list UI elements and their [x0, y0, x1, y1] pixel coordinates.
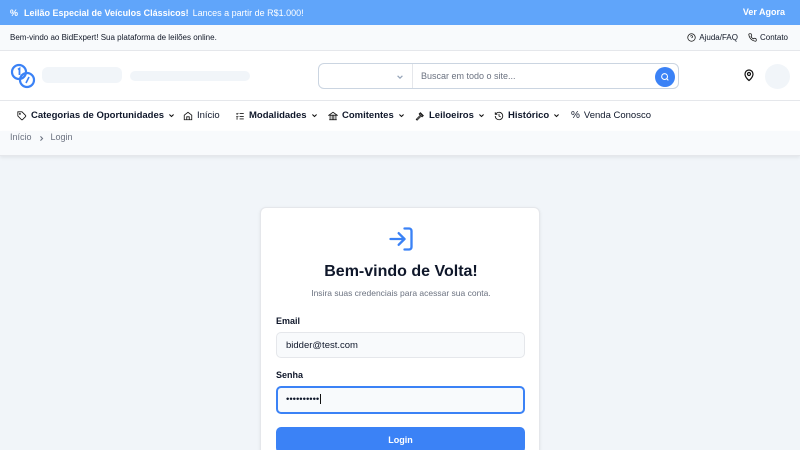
nav-history[interactable]: Histórico: [494, 110, 560, 121]
search-bar: Buscar em todo o site...: [318, 63, 679, 89]
help-circle-icon: [687, 33, 696, 42]
percent-icon: %: [10, 7, 19, 18]
chevron-down-icon: [397, 75, 403, 80]
nav-consignors-label: Comitentes: [342, 110, 394, 121]
history-icon: [494, 111, 504, 120]
email-value: bidder@test.com: [286, 340, 358, 351]
promo-title: Leilão Especial de Veículos Clássicos!: [24, 7, 189, 18]
nav-modalities-label: Modalidades: [249, 110, 307, 121]
chevron-down-icon: [398, 114, 404, 118]
nav-auctioneers[interactable]: Leiloeiros: [415, 110, 485, 121]
nav-consignors[interactable]: Comitentes: [328, 110, 405, 121]
login-card: Bem-vindo de Volta! Insira suas credenci…: [260, 207, 540, 450]
chevron-down-icon: [311, 114, 317, 118]
help-link-label: Ajuda/FAQ: [699, 33, 738, 42]
promo-cta-link[interactable]: Ver Agora: [743, 7, 785, 17]
nav-home[interactable]: Início: [183, 110, 220, 121]
map-pin-icon[interactable]: [743, 69, 755, 82]
text-cursor: [320, 394, 322, 405]
log-in-icon: [389, 227, 413, 251]
breadcrumb-home[interactable]: Início: [10, 132, 32, 142]
contact-link[interactable]: Contato: [748, 33, 788, 42]
gavel-icon: [415, 111, 424, 121]
nav-modalities[interactable]: Modalidades: [235, 110, 318, 121]
nav-sell-label: Venda Conosco: [583, 110, 651, 121]
nav-auctioneers-label: Leiloeiros: [429, 110, 474, 121]
chevron-right-icon: [39, 136, 43, 141]
chevron-down-icon: [478, 114, 484, 118]
welcome-text: Bem-vindo ao BidExpert! Sua plataforma d…: [10, 33, 217, 42]
promo-text: Lances a partir de R$1.000!: [192, 7, 304, 18]
tag-icon: [17, 110, 27, 120]
nav-categories[interactable]: Categorias de Oportunidades: [17, 110, 175, 121]
chevron-down-icon: [554, 114, 560, 118]
nav-home-label: Início: [197, 110, 220, 121]
logo-coins-icon[interactable]: [10, 63, 36, 89]
percent-icon: %: [571, 110, 580, 121]
list-check-icon: [235, 112, 244, 119]
chevron-down-icon: [169, 114, 175, 118]
password-value: ••••••••••: [286, 394, 320, 405]
email-label: Email: [276, 316, 301, 326]
login-button[interactable]: Login: [276, 427, 525, 450]
site-header: Buscar em todo o site...: [0, 51, 800, 101]
login-button-label: Login: [388, 435, 413, 445]
tagline-placeholder: [130, 71, 250, 81]
main-nav: Categorias de Oportunidades Início Modal…: [0, 101, 800, 131]
avatar[interactable]: [765, 64, 790, 89]
nav-categories-label: Categorias de Oportunidades: [31, 110, 165, 121]
contact-link-label: Contato: [759, 33, 788, 42]
login-subtitle: Insira suas credenciais para acessar sua…: [311, 288, 491, 298]
search-icon: [661, 73, 669, 81]
help-link[interactable]: Ajuda/FAQ: [687, 33, 738, 42]
nav-history-label: Histórico: [508, 110, 550, 121]
breadcrumb-current: Login: [50, 132, 73, 142]
promo-banner: % Leilão Especial de Veículos Clássicos!…: [0, 0, 800, 25]
search-input[interactable]: Buscar em todo o site...: [413, 71, 678, 81]
email-field[interactable]: bidder@test.com: [276, 332, 525, 358]
home-icon: [183, 111, 193, 120]
phone-icon: [748, 33, 757, 42]
password-label: Senha: [276, 370, 304, 380]
search-category-select[interactable]: [319, 64, 413, 88]
top-info-bar: Bem-vindo ao BidExpert! Sua plataforma d…: [0, 25, 800, 51]
search-button[interactable]: [655, 67, 675, 87]
nav-sell[interactable]: % Venda Conosco: [571, 110, 651, 121]
breadcrumb: Início Login: [0, 131, 800, 156]
login-title: Bem-vindo de Volta!: [324, 263, 478, 280]
logo-text-placeholder: [42, 67, 122, 83]
password-field[interactable]: ••••••••••: [276, 386, 525, 414]
landmark-icon: [328, 111, 338, 120]
